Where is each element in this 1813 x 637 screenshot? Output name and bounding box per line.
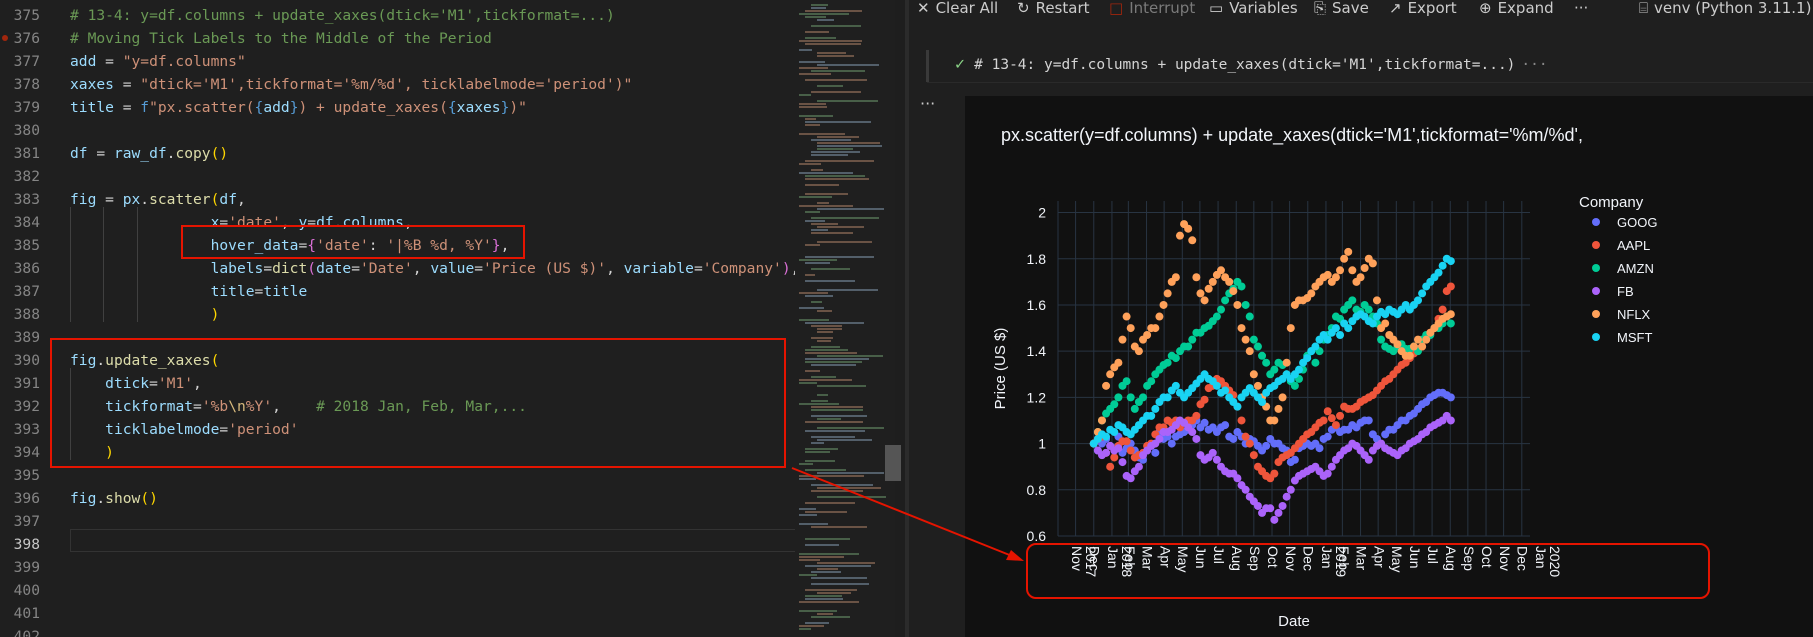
annotation-arrow: [791, 467, 1024, 561]
